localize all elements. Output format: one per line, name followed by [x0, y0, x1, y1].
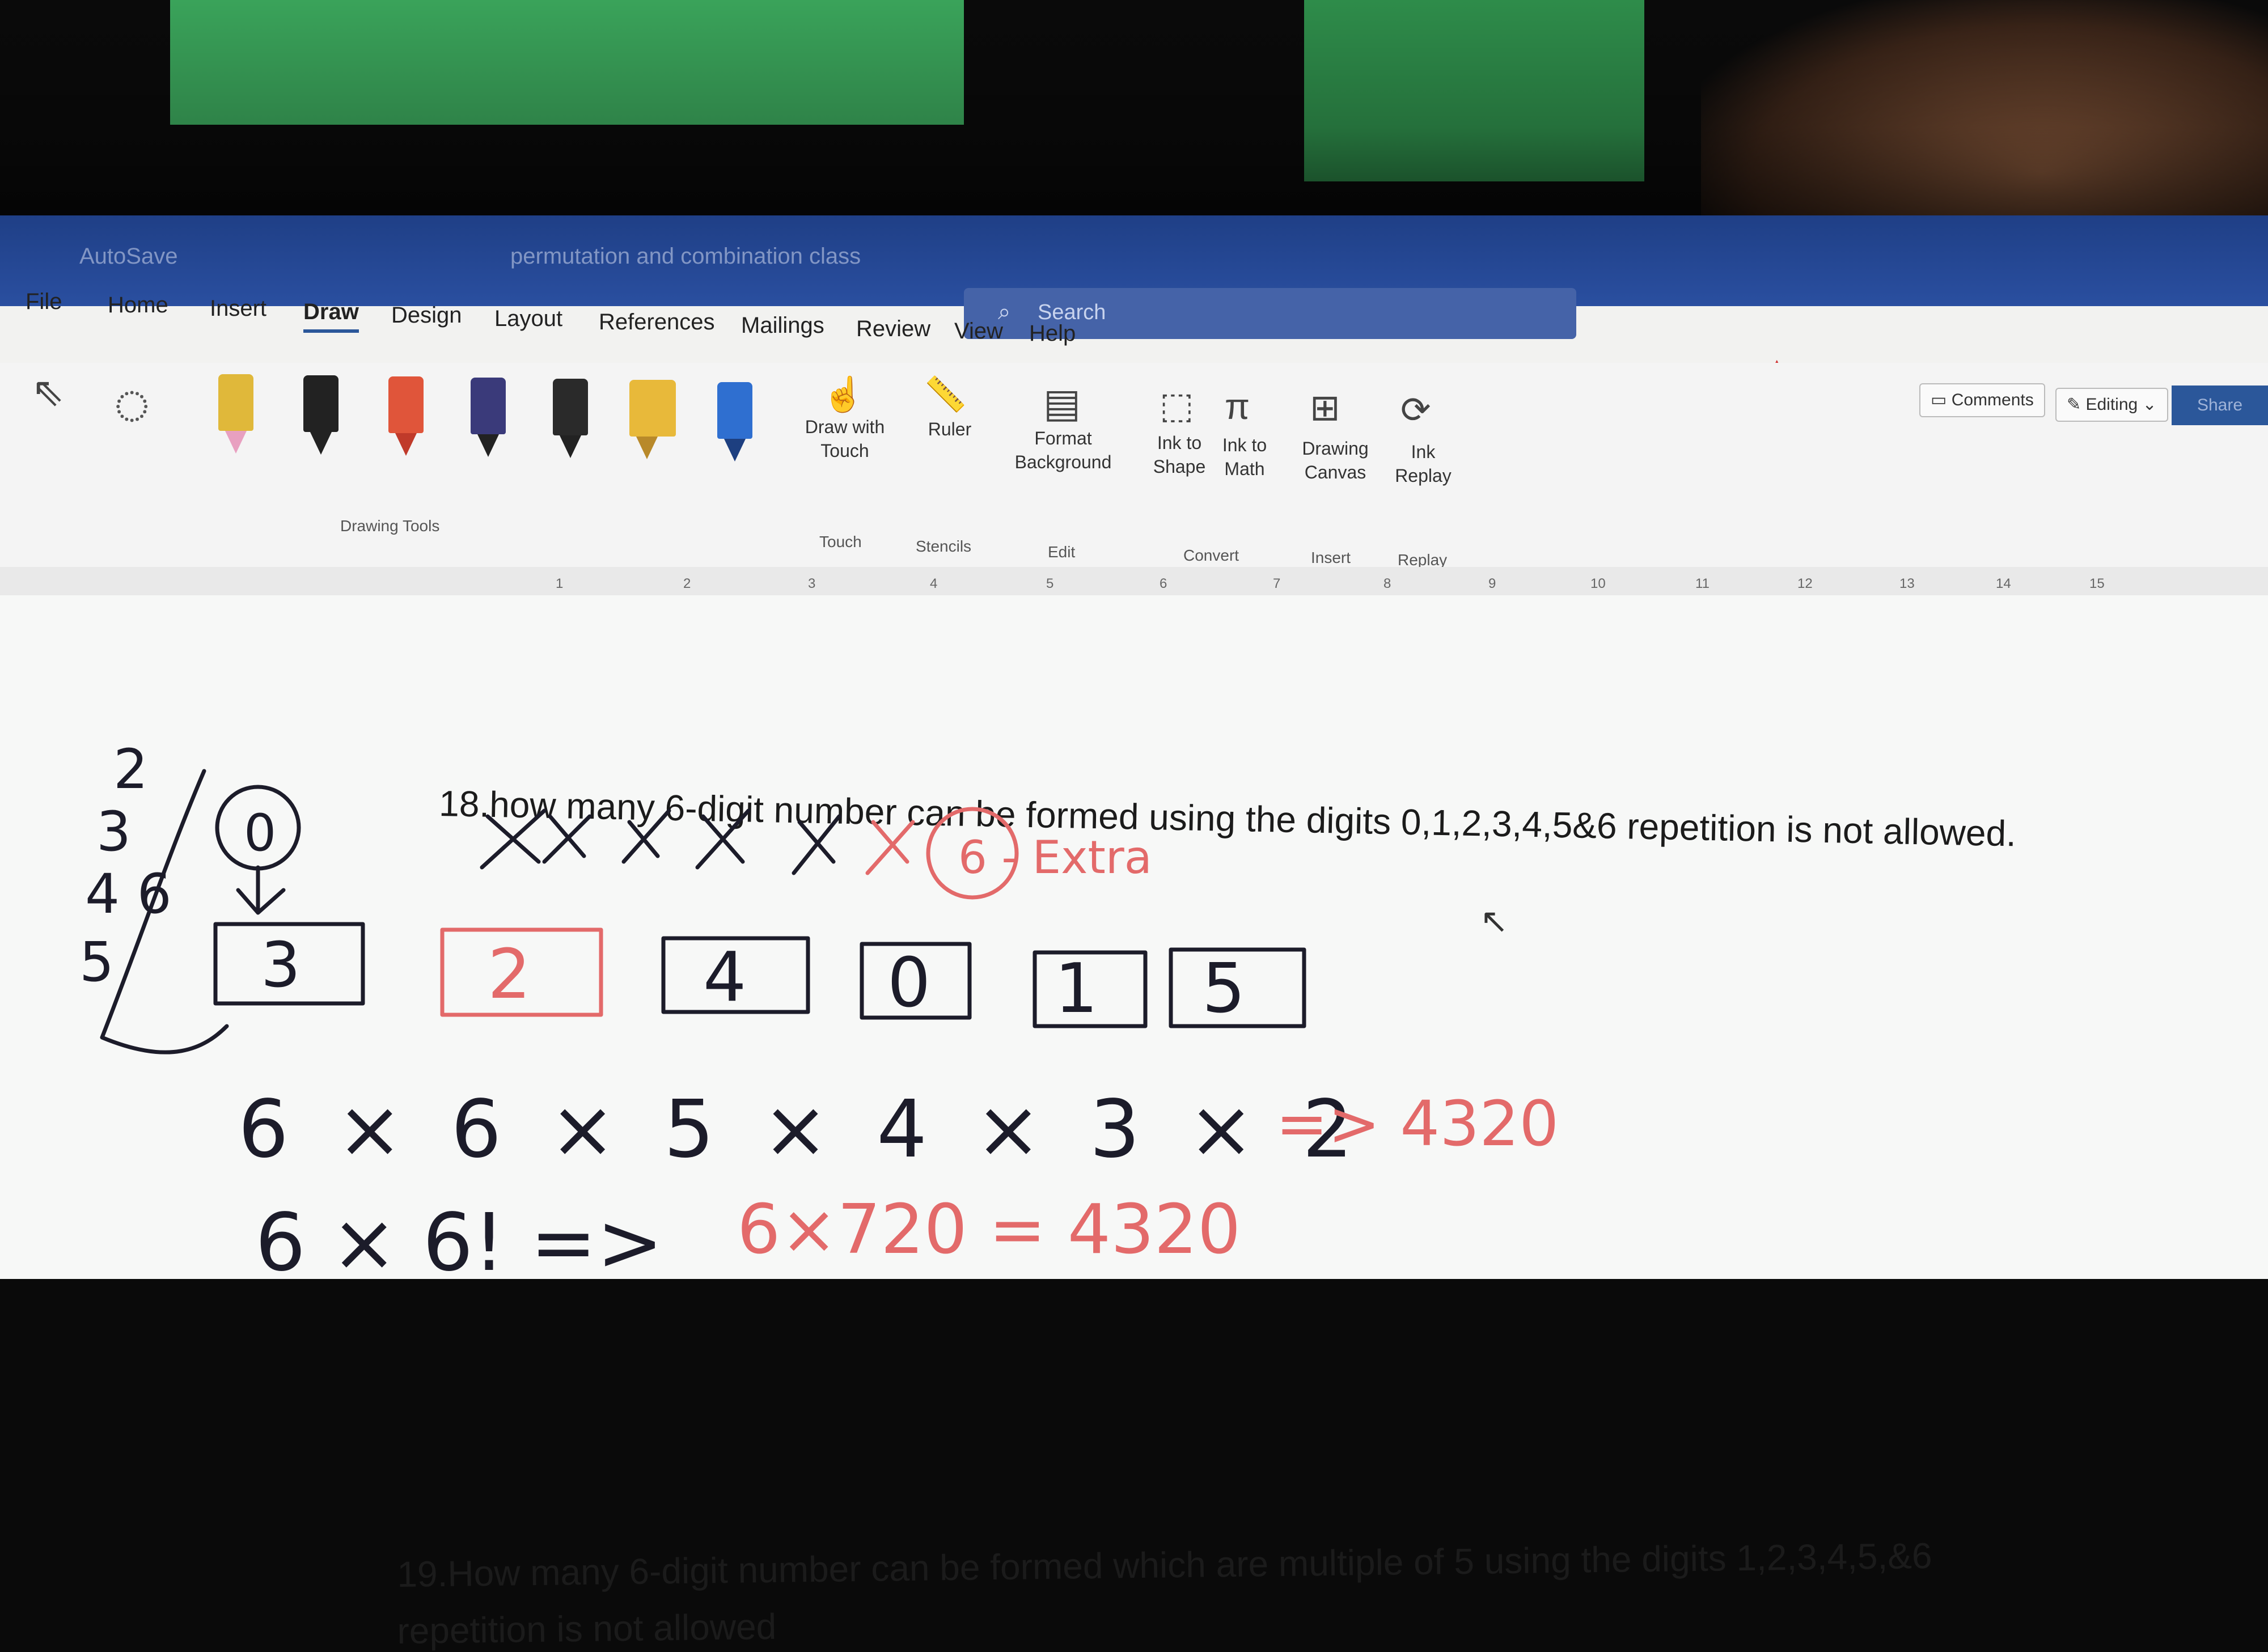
pen-blue-glitter-icon[interactable]	[717, 382, 752, 467]
ink-to-math-icon: π	[1225, 386, 1250, 427]
group-touch: Touch	[819, 533, 862, 550]
ruler-mark: 10	[1590, 576, 1606, 591]
tab-insert[interactable]: Insert	[210, 296, 266, 321]
group-convert: Convert	[1183, 547, 1239, 564]
tab-home[interactable]: Home	[108, 293, 168, 318]
ink-box-digit-0: 0	[887, 944, 930, 1023]
tab-view[interactable]: View	[954, 319, 1003, 344]
ink-line2-factorial: 6 × 6! =>	[255, 1197, 663, 1279]
group-stencils: Stencils	[916, 537, 972, 555]
word-window: AutoSave permutation and combination cla…	[0, 215, 2268, 1651]
ink-crossed-digits	[480, 808, 841, 875]
editing-label: Editing	[2085, 395, 2138, 414]
drawing-canvas-button[interactable]: Drawing Canvas	[1293, 437, 1378, 484]
draw-with-touch-button[interactable]: Draw with Touch	[794, 415, 896, 463]
group-insert: Insert	[1311, 549, 1351, 566]
ruler-mark: 8	[1383, 576, 1391, 591]
ink-side-3: 3	[96, 800, 131, 863]
ruler-mark: 1	[556, 576, 564, 591]
draw-ribbon: ⇖ ◌ Drawing Tools ☝ Draw with Touch Touc…	[0, 363, 2268, 578]
ink-arrow-down	[236, 865, 286, 915]
ink-side-5: 5	[79, 930, 114, 994]
pen-navy-icon[interactable]	[471, 378, 506, 463]
ink-to-shape-button[interactable]: Ink to Shape	[1145, 431, 1213, 478]
comment-icon: ▭	[1931, 391, 1952, 409]
ruler-icon: 📏	[924, 375, 967, 413]
tab-review[interactable]: Review	[856, 316, 930, 342]
ink-to-math-button[interactable]: Ink to Math	[1213, 433, 1276, 481]
group-edit: Edit	[1048, 543, 1076, 561]
drawing-canvas-icon: ⊞	[1310, 387, 1340, 428]
ink-replay-icon: ⟳	[1400, 389, 1431, 430]
format-background-button[interactable]: Format Background	[998, 426, 1128, 474]
ink-side-circle-digit: 0	[244, 803, 276, 863]
ruler-mark: 7	[1273, 576, 1281, 591]
ink-side-46: 4 6	[85, 862, 172, 926]
ink-line2-result: 6×720 = 4320	[737, 1191, 1241, 1269]
pen-black-icon[interactable]	[303, 375, 338, 460]
ink-line1-product: 6 × 6 × 5 × 4 × 3 × 2	[238, 1083, 1364, 1176]
ruler-mark: 5	[1046, 576, 1054, 591]
ink-box-digit-2: 2	[488, 935, 531, 1014]
ink-side-2: 2	[113, 738, 148, 801]
ink-side-box-digit: 3	[261, 929, 301, 1001]
pencil-icon: ✎	[2067, 395, 2086, 414]
tab-references[interactable]: References	[599, 310, 715, 335]
pen-dark-icon[interactable]	[553, 379, 588, 464]
ribbon-tabs: File Home Insert Draw Design Layout Refe…	[0, 289, 2268, 368]
ink-to-shape-icon: ⬚	[1160, 385, 1194, 426]
comments-label: Comments	[1951, 391, 2034, 409]
ink-box-digit-4: 4	[703, 938, 746, 1017]
ink-extra-note: 6 - Extra	[958, 831, 1152, 884]
comments-button[interactable]: ▭ Comments	[1919, 383, 2045, 417]
pen-red-icon[interactable]	[388, 376, 424, 461]
ruler-mark: 14	[1996, 576, 2011, 591]
tab-layout[interactable]: Layout	[494, 306, 562, 332]
editing-mode-button[interactable]: ✎ Editing ⌄	[2055, 388, 2168, 422]
ink-line1-result: => 4320	[1276, 1087, 1559, 1160]
question-19-line-2: repetition is not allowed	[397, 1606, 777, 1651]
autosave-label[interactable]: AutoSave	[79, 244, 177, 269]
ruler-mark: 2	[683, 576, 691, 591]
group-drawing-tools: Drawing Tools	[340, 517, 440, 535]
document-page[interactable]: 18.how many 6-digit number can be formed…	[0, 595, 2268, 1651]
lasso-select-icon[interactable]: ◌	[113, 367, 150, 439]
ruler-mark: 9	[1488, 576, 1496, 591]
question-19-line-1: 19.How many 6-digit number can be formed…	[397, 1535, 1932, 1595]
ruler-mark: 3	[808, 576, 816, 591]
ruler-mark: 11	[1695, 576, 1710, 591]
ink-box-digit-1: 1	[1055, 950, 1098, 1028]
mouse-pointer-icon: ↖	[1480, 902, 1509, 940]
document-title[interactable]: permutation and combination class	[510, 244, 861, 269]
ink-annotations: 0 3 2 3 4 6 5 6 - Extra 2 4 0 1 5 6 × 6 …	[79, 738, 1559, 1279]
ink-red-cross	[865, 820, 915, 875]
background-lines-icon: ▤	[1043, 381, 1081, 425]
chevron-down-icon: ⌄	[2138, 395, 2157, 414]
ruler-mark: 6	[1160, 576, 1167, 591]
ink-box-digit-5: 5	[1202, 950, 1245, 1028]
ruler-button[interactable]: Ruler	[913, 417, 987, 441]
tab-mailings[interactable]: Mailings	[741, 313, 824, 338]
touch-hand-icon: ☝	[822, 375, 865, 413]
pen-yellow-icon[interactable]	[218, 374, 253, 459]
tab-design[interactable]: Design	[391, 303, 462, 328]
tab-file[interactable]: File	[26, 289, 62, 315]
ruler-mark: 15	[2089, 576, 2105, 591]
ink-replay-button[interactable]: Ink Replay	[1386, 440, 1460, 488]
share-button[interactable]: Share	[2172, 386, 2268, 425]
ruler-mark: 12	[1797, 576, 1813, 591]
tab-help[interactable]: Help	[1029, 321, 1076, 346]
highlighter-yellow-icon[interactable]	[629, 380, 676, 465]
ruler-mark: 13	[1899, 576, 1915, 591]
ruler-mark: 4	[930, 576, 938, 591]
select-pointer-icon[interactable]: ⇖	[31, 368, 65, 415]
tab-draw[interactable]: Draw	[303, 299, 359, 333]
